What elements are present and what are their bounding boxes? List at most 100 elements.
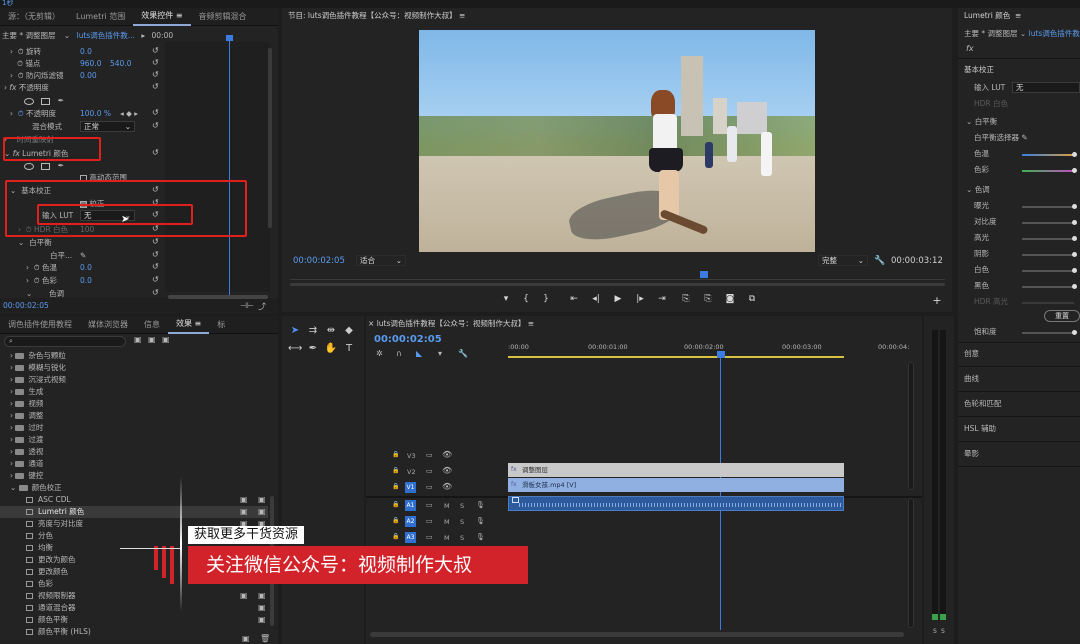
stopwatch-icon[interactable]: ⏱ xyxy=(18,47,24,56)
reset-icon[interactable]: ↺ xyxy=(152,122,160,130)
stopwatch-icon[interactable]: ⏱ xyxy=(34,263,40,272)
timeline-menu-icon[interactable]: ≡ xyxy=(528,319,534,328)
tab-audio-clip-mixer[interactable]: 音频剪辑混合 xyxy=(191,11,255,22)
mark-in-icon[interactable]: { xyxy=(519,292,533,306)
sync-icon[interactable]: ▭ xyxy=(426,467,433,475)
effect-item[interactable]: 分色 xyxy=(26,530,53,542)
step-back-icon[interactable]: ◂| xyxy=(589,292,603,306)
clip-adjustment-layer[interactable]: fx 调整图层 xyxy=(508,463,844,477)
reset-icon[interactable]: ↺ xyxy=(152,71,160,79)
lumetri-section-basic[interactable]: 基本校正 xyxy=(964,64,994,76)
lumetri-tone[interactable]: ⌄ 色调 xyxy=(966,184,990,196)
meter-solo-label[interactable]: S xyxy=(941,628,945,635)
timeline-vertical-scrollbar-2[interactable] xyxy=(908,498,914,628)
temperature-slider[interactable] xyxy=(1022,154,1074,156)
lumetri-white-balance[interactable]: ⌄ 白平衡 xyxy=(966,116,997,128)
chevron-down-icon[interactable]: ⌄ xyxy=(1020,29,1026,38)
eyedropper-icon[interactable]: ✎ xyxy=(1021,133,1027,142)
stopwatch-active-icon[interactable]: ⏱ xyxy=(18,109,24,118)
tone-row-whites[interactable]: 白色 xyxy=(974,264,989,276)
effect-zoom-scroll[interactable] xyxy=(168,295,268,299)
program-timecode[interactable]: 00:00:02:05 xyxy=(293,256,345,266)
tone-knob[interactable] xyxy=(1072,204,1077,209)
effect-item[interactable]: 均衡 xyxy=(26,542,53,554)
pen-tool-icon[interactable]: ✒ xyxy=(306,342,320,356)
timeline-wrench-icon[interactable]: 🔧 xyxy=(458,349,468,358)
lumetri-section-hsl[interactable]: HSL 辅助 xyxy=(964,423,996,435)
tab-info[interactable]: 信息 xyxy=(136,319,168,330)
tab-effects[interactable]: 效果 ≡ xyxy=(168,316,210,334)
property-blend-mode[interactable]: 混合模式 xyxy=(32,121,62,133)
stopwatch-icon[interactable]: ⏱ xyxy=(18,71,24,80)
work-area-bar[interactable] xyxy=(508,356,844,358)
tone-slider[interactable] xyxy=(1022,270,1074,272)
effect-item[interactable]: 颜色平衡 xyxy=(26,614,68,626)
eye-icon[interactable]: 👁 xyxy=(442,450,452,459)
go-to-out-icon[interactable]: ⇥ xyxy=(655,292,669,306)
folder-item[interactable]: › 过渡 xyxy=(10,434,43,446)
lumetri-wb-selector[interactable]: 白平衡选择器 ✎ xyxy=(974,132,1028,144)
clip-audio[interactable] xyxy=(508,496,844,511)
reset-icon[interactable]: ↺ xyxy=(152,289,160,297)
add-marker-icon[interactable]: ▾ xyxy=(499,292,513,306)
fx-icon[interactable]: fx xyxy=(9,83,16,92)
lock-icon[interactable]: 🔒 xyxy=(392,467,399,474)
snap-icon[interactable]: ✲ xyxy=(376,349,383,358)
tab-lumetri-scopes[interactable]: Lumetri 范围 xyxy=(68,11,133,22)
tab-menu-icon[interactable]: ≡ xyxy=(176,11,183,20)
sync-icon[interactable]: ▭ xyxy=(426,451,433,459)
saturation-slider[interactable] xyxy=(1022,332,1074,334)
close-icon[interactable]: × xyxy=(368,319,374,328)
reset-icon[interactable]: ↺ xyxy=(152,276,160,284)
track-label[interactable]: V2 xyxy=(407,468,416,476)
effect-item[interactable]: 更改颜色 xyxy=(26,566,68,578)
effect-item[interactable]: 色彩 xyxy=(26,578,53,590)
reset-icon[interactable]: ↺ xyxy=(152,109,160,117)
tone-row-exposure[interactable]: 曝光 xyxy=(974,200,989,212)
stopwatch-icon[interactable]: ⏱ xyxy=(34,276,40,285)
accelerated-icon[interactable]: ▣ xyxy=(148,335,156,344)
folder-item[interactable]: › 杂色与颗粒 xyxy=(10,350,66,362)
lock-icon[interactable]: 🔒 xyxy=(392,451,399,458)
program-zoom-bar[interactable] xyxy=(290,283,945,286)
lumetri-reset-button[interactable]: 重置 xyxy=(1044,310,1080,322)
folder-item[interactable]: › 生成 xyxy=(10,386,43,398)
folder-item[interactable]: › 模糊与锐化 xyxy=(10,362,66,374)
reset-icon[interactable]: ↺ xyxy=(152,238,160,246)
folder-item[interactable]: › 透视 xyxy=(10,446,43,458)
footer-export-icon[interactable]: ⤴ xyxy=(258,301,266,312)
tone-slider[interactable] xyxy=(1022,254,1074,256)
property-opacity[interactable]: › ⏱ 不透明度 100.0 % ◂ ◆ ▸ xyxy=(10,108,138,120)
lumetri-section-creative[interactable]: 创意 xyxy=(964,348,979,360)
eyedropper-icon[interactable]: ✎ xyxy=(80,250,86,262)
tone-slider[interactable] xyxy=(1022,206,1074,208)
mark-out-icon[interactable]: } xyxy=(539,292,553,306)
tone-row-highlights[interactable]: 高光 xyxy=(974,232,989,244)
tone-slider[interactable] xyxy=(1022,286,1074,288)
timeline-timecode[interactable]: 00:00:02:05 xyxy=(374,334,442,345)
tone-knob[interactable] xyxy=(1072,268,1077,273)
linked-selection-icon[interactable]: ∩ xyxy=(396,349,402,358)
tone-slider[interactable] xyxy=(1022,222,1074,224)
tint-knob[interactable] xyxy=(1072,168,1077,173)
razor-tool-icon[interactable]: ◆ xyxy=(342,324,356,338)
slip-tool-icon[interactable]: ⟷ xyxy=(288,342,302,356)
camera-icon[interactable]: ◙ xyxy=(723,292,737,306)
tab-markers[interactable]: 标 xyxy=(209,319,233,330)
program-scrub-playhead[interactable] xyxy=(700,271,708,278)
folder-item[interactable]: › 键控 xyxy=(10,470,43,482)
lumetri-menu-icon[interactable]: ≡ xyxy=(1015,11,1021,20)
new-bin-footer-icon[interactable]: ▣ xyxy=(242,634,250,643)
lumetri-input-lut-select[interactable]: 无 xyxy=(1012,82,1080,93)
folder-item[interactable]: › 通道 xyxy=(10,458,43,470)
program-fit-select[interactable]: 适合 ⌄ xyxy=(356,255,406,266)
blend-mode-select[interactable]: 正常 ⌄ xyxy=(80,121,135,132)
yuv-icon[interactable]: ▣ xyxy=(162,335,170,344)
section-opacity[interactable]: › fx 不透明度 xyxy=(4,82,49,94)
saturation-knob[interactable] xyxy=(1072,330,1077,335)
timeline-playhead-head[interactable] xyxy=(717,351,725,358)
effect-item[interactable]: 颜色平衡 (HLS) xyxy=(26,626,91,638)
tab-media-browser[interactable]: 媒体浏览器 xyxy=(80,319,136,330)
property-temperature[interactable]: › ⏱ 色温 0.0 xyxy=(26,262,92,274)
hand-tool-icon[interactable]: ✋ xyxy=(324,342,338,356)
